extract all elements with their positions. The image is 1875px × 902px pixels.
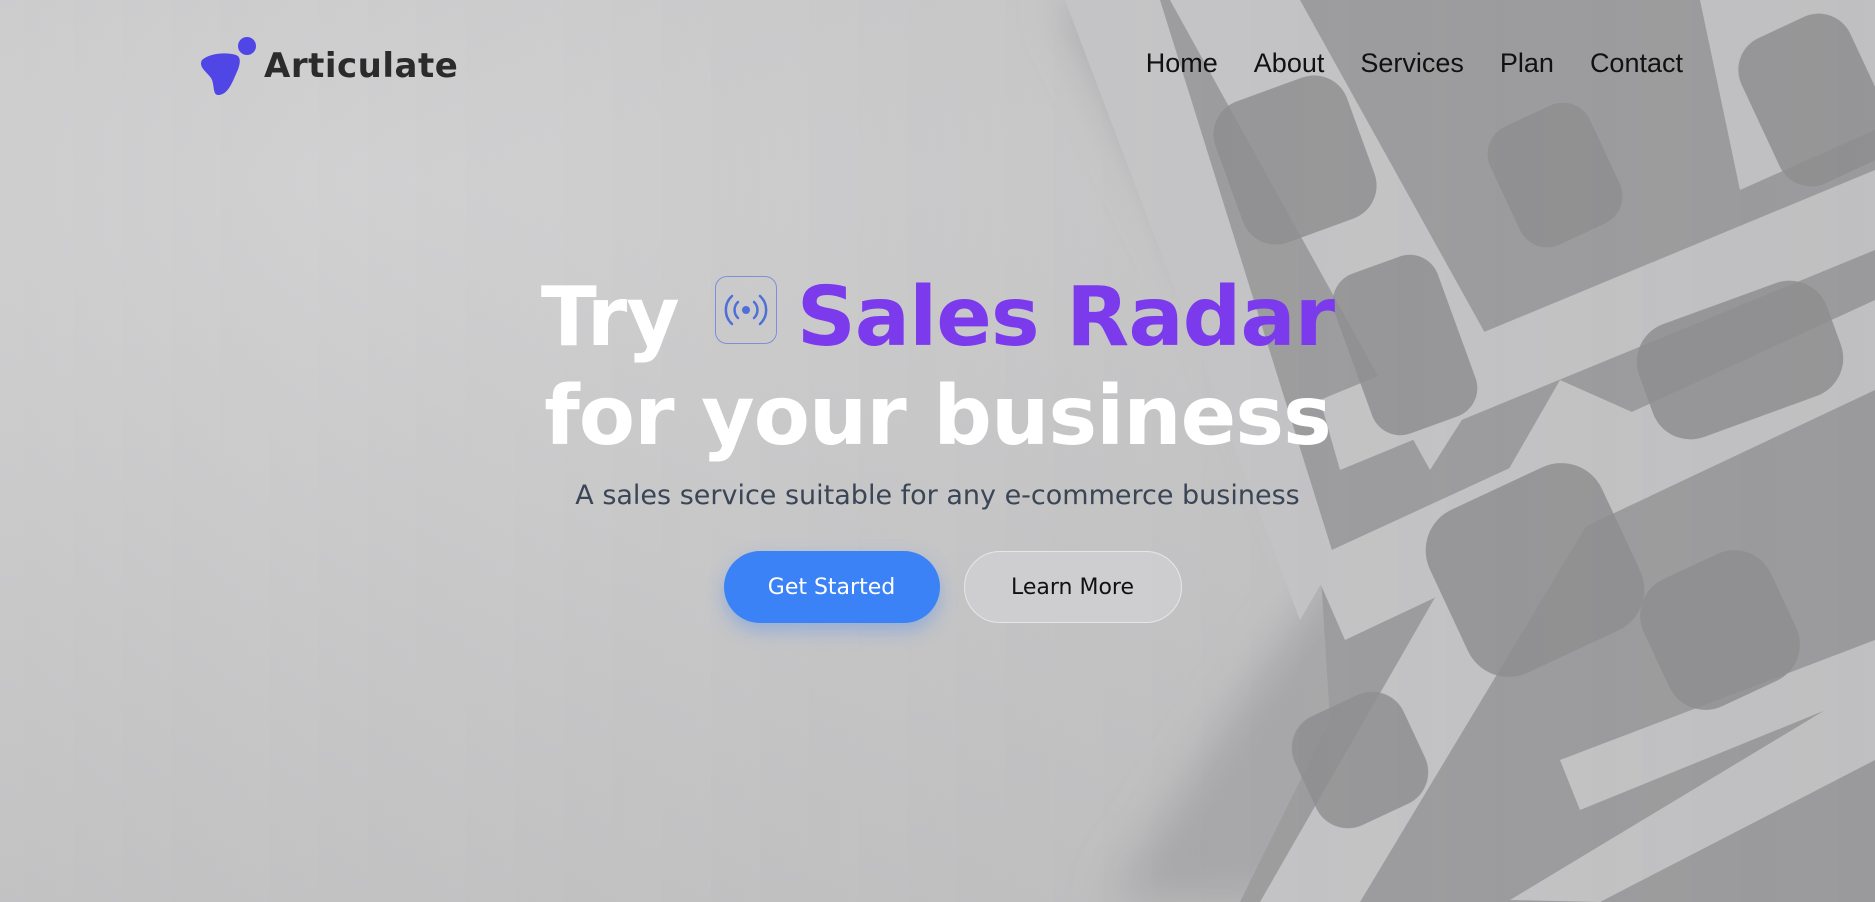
radar-broadcast-icon	[714, 276, 777, 344]
hero-actions: Get Started Learn More	[30, 551, 1875, 623]
hero-product-name: Sales Radar	[796, 270, 1335, 365]
hero-section: Try Sales Radar for your business A sale…	[0, 268, 1875, 623]
site-header: Articulate Home About Services Plan Cont…	[0, 0, 1875, 135]
nav-home[interactable]: Home	[1146, 48, 1218, 79]
hero-title-line-2: for your business	[0, 372, 1875, 462]
nav-plan[interactable]: Plan	[1500, 48, 1554, 79]
brand-name: Articulate	[264, 46, 459, 86]
brand-logo[interactable]: Articulate	[196, 34, 458, 98]
nav-services[interactable]: Services	[1360, 48, 1464, 79]
hero-title-prefix: Try	[540, 270, 680, 365]
learn-more-button[interactable]: Learn More	[963, 551, 1182, 623]
get-started-button[interactable]: Get Started	[723, 551, 940, 623]
blob-logo-icon	[200, 37, 256, 96]
main-nav: Home About Services Plan Contact	[1146, 48, 1683, 79]
hero-title-suffix: for your business	[544, 369, 1332, 464]
nav-contact[interactable]: Contact	[1590, 48, 1683, 79]
nav-about[interactable]: About	[1254, 48, 1325, 79]
hero-title-line-1: Try Sales Radar	[0, 268, 1875, 368]
hero-subtitle: A sales service suitable for any e-comme…	[575, 480, 1300, 511]
